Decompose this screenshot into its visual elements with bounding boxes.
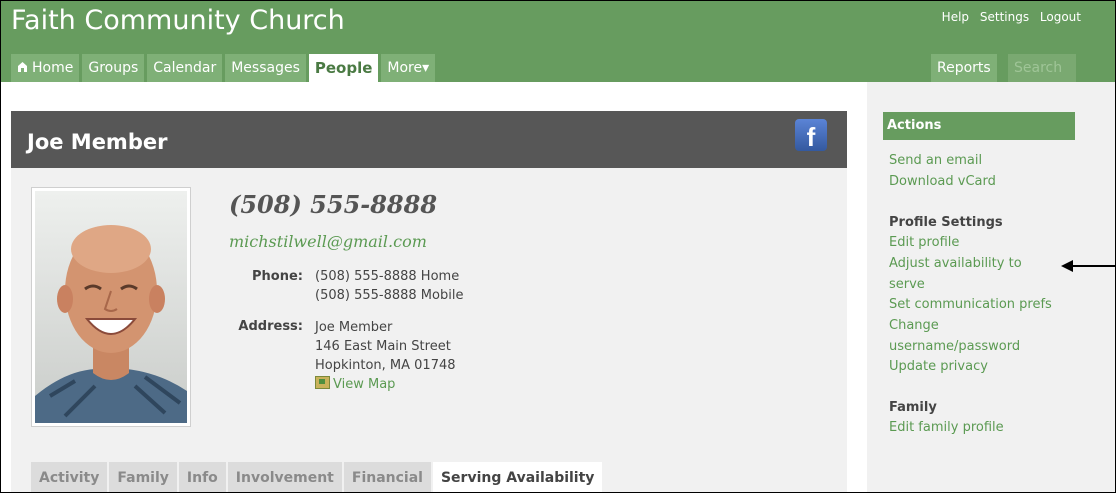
church-name: Faith Community Church (11, 5, 345, 36)
tab-home[interactable]: Home (11, 54, 80, 83)
actions-sidebar: Actions Send an email Download vCard Pro… (867, 82, 1115, 492)
tab-serving-availability[interactable]: Serving Availability (432, 462, 603, 492)
profile-panel: Joe Member f (508) 555-8888 michstilwell… (11, 111, 847, 492)
annotation-arrow-icon (1061, 260, 1115, 272)
tab-home-label: Home (32, 60, 74, 76)
download-vcard-link[interactable]: Download vCard (889, 171, 1079, 192)
page-frame: Faith Community Church Help Settings Log… (0, 0, 1116, 493)
tab-reports[interactable]: Reports (931, 54, 997, 82)
help-link[interactable]: Help (942, 10, 969, 24)
address-line-street: 146 East Main Street (315, 339, 451, 354)
view-map-link[interactable]: View Map (315, 375, 456, 394)
tab-messages[interactable]: Messages (225, 54, 306, 82)
address-block: Joe Member 146 East Main Street Hopkinto… (315, 318, 456, 394)
profile-subtabs: Activity Family Info Involvement Financi… (31, 462, 604, 492)
edit-profile-link[interactable]: Edit profile (889, 232, 1079, 253)
map-icon (315, 376, 330, 389)
update-privacy-link[interactable]: Update privacy (889, 356, 1079, 377)
main-nav: Home Groups Calendar Messages People Mor… (11, 54, 438, 82)
tab-involvement[interactable]: Involvement (227, 462, 342, 492)
tab-more[interactable]: More▾ (381, 54, 436, 82)
primary-phone: (508) 555-8888 (229, 190, 438, 219)
tab-people[interactable]: People (308, 54, 379, 82)
name-bar: Joe Member f (11, 111, 847, 168)
utility-links: Help Settings Logout (935, 10, 1081, 24)
profile-settings-heading: Profile Settings (889, 215, 1003, 230)
phone-home: (508) 555-8888 Home (315, 269, 460, 284)
home-icon (17, 55, 28, 83)
phone-mobile: (508) 555-8888 Mobile (315, 288, 464, 303)
settings-link[interactable]: Settings (980, 10, 1029, 24)
email-link[interactable]: michstilwell@gmail.com (229, 232, 427, 251)
edit-family-profile-link[interactable]: Edit family profile (889, 417, 1079, 438)
phone-label: Phone: (252, 269, 303, 284)
top-header: Faith Community Church Help Settings Log… (1, 1, 1115, 82)
member-name: Joe Member (27, 130, 168, 154)
facebook-icon[interactable]: f (795, 119, 827, 152)
family-heading: Family (889, 400, 937, 415)
tab-info[interactable]: Info (178, 462, 226, 492)
address-line-city: Hopkinton, MA 01748 (315, 358, 456, 373)
tab-activity[interactable]: Activity (31, 462, 108, 492)
member-photo-image (35, 191, 187, 423)
search-input[interactable]: Search (1008, 54, 1076, 82)
tab-family[interactable]: Family (109, 462, 177, 492)
address-line-name: Joe Member (315, 320, 393, 335)
communication-prefs-link[interactable]: Set communication prefs (889, 294, 1079, 315)
adjust-availability-link[interactable]: Adjust availability to serve (889, 253, 1049, 295)
tab-financial[interactable]: Financial (343, 462, 431, 492)
tab-groups[interactable]: Groups (82, 54, 145, 82)
tab-calendar[interactable]: Calendar (147, 54, 223, 82)
change-credentials-link[interactable]: Change username/password (889, 315, 1049, 357)
send-email-link[interactable]: Send an email (889, 150, 1079, 171)
view-map-label: View Map (333, 377, 396, 392)
address-label: Address: (238, 319, 303, 334)
actions-heading: Actions (883, 112, 1075, 140)
phone-list: (508) 555-8888 Home (508) 555-8888 Mobil… (315, 267, 463, 305)
logout-link[interactable]: Logout (1040, 10, 1081, 24)
profile-photo (31, 187, 191, 427)
